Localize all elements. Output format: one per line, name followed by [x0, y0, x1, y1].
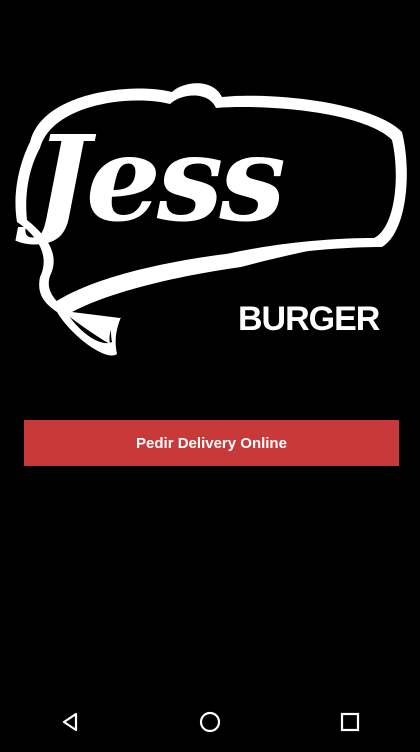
android-navigation-bar	[0, 692, 420, 752]
svg-text:Jess: Jess	[15, 109, 284, 248]
order-delivery-button[interactable]: Pedir Delivery Online	[24, 420, 399, 466]
home-circle-icon	[199, 711, 221, 733]
back-button[interactable]	[46, 698, 94, 746]
app-screen: Jess BURGER Pedir Delivery Online	[0, 0, 420, 752]
jess-burger-logo: Jess BURGER	[12, 72, 408, 372]
svg-text:BURGER: BURGER	[238, 300, 380, 338]
back-triangle-icon	[62, 712, 78, 732]
recents-button[interactable]	[326, 698, 374, 746]
recents-square-icon	[340, 712, 360, 732]
home-button[interactable]	[186, 698, 234, 746]
